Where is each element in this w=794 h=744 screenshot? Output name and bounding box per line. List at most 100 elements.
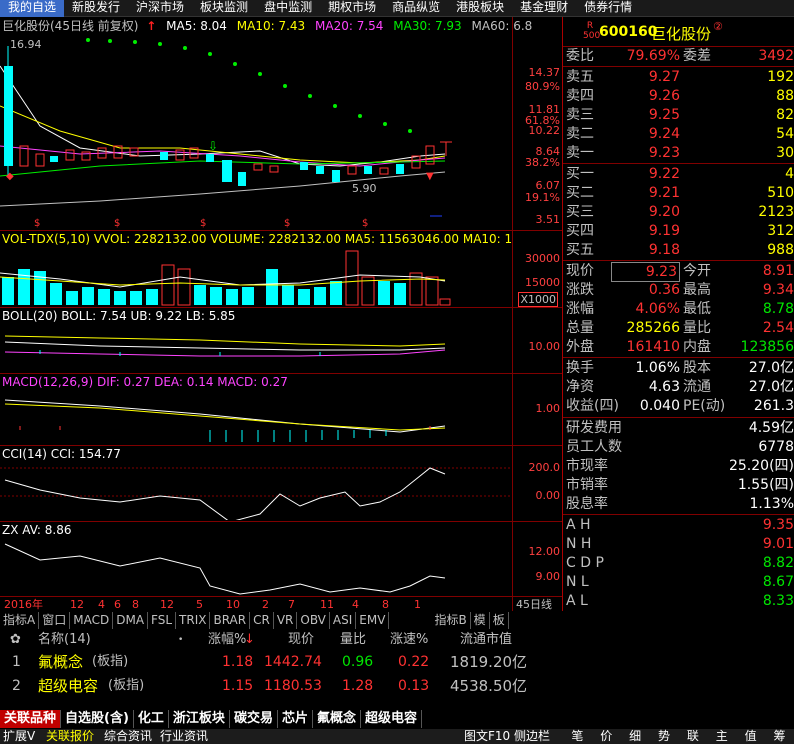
tab-vr[interactable]: VR: [274, 612, 298, 629]
tab-chips[interactable]: 筹: [774, 729, 786, 744]
tab-new-ipo[interactable]: 新股发行: [64, 0, 128, 17]
stat-label: 收益(四): [566, 398, 619, 414]
row-index: 2: [12, 678, 21, 694]
kline-axis-label: 10.22: [528, 124, 561, 137]
tab-board[interactable]: 板: [490, 612, 509, 629]
dot-icon: •: [178, 635, 184, 645]
bid-label: 买五: [566, 242, 594, 258]
status-f10[interactable]: 图文F10 侧边栏: [464, 729, 550, 744]
stat-value: 161410: [626, 339, 680, 355]
list-item[interactable]: 1 氟概念 (板指) 1.18 1442.74 0.96 0.22 1819.2…: [0, 650, 562, 674]
tab-zhejiang[interactable]: 浙江板块: [169, 710, 230, 728]
stat-row: 现价 9.23 今开 8.91: [563, 262, 794, 282]
related-price-row: N H 9.01: [563, 535, 794, 553]
col-price[interactable]: 现价: [288, 630, 314, 650]
related-list-header: ✿ 名称(14) • 涨幅% ↓ 现价 量比 涨速% 流通市值: [0, 630, 562, 650]
tab-my-watchlist[interactable]: 我的自选: [0, 0, 65, 17]
tab-related-products[interactable]: 关联品种: [0, 710, 62, 728]
col-market-cap[interactable]: 流通市值: [460, 630, 512, 650]
macd-chart[interactable]: [0, 390, 512, 444]
divider: [563, 514, 794, 515]
stat-value: 8.78: [762, 301, 794, 317]
tab-macd[interactable]: MACD: [70, 612, 114, 629]
row-speed: 0.22: [398, 654, 430, 670]
stat-label: 流通: [683, 379, 711, 395]
tab-chemical[interactable]: 化工: [134, 710, 169, 728]
ask-qty: 30: [776, 145, 794, 161]
vol-axis-label: 15000: [525, 276, 560, 289]
tab-commodity-overview[interactable]: 商品纵览: [384, 0, 448, 17]
tab-sector-monitor[interactable]: 板块监测: [192, 0, 256, 17]
boll-chart[interactable]: [0, 324, 512, 372]
cci-axis-label: 200.0: [528, 461, 561, 474]
tab-fund[interactable]: 基金理财: [512, 0, 576, 17]
x-axis-label: 8: [132, 598, 139, 611]
row-price: 1442.74: [264, 654, 322, 670]
vol-axis-label: 30000: [525, 252, 560, 265]
related-label: A H: [566, 517, 591, 533]
related-price-row: C D P 8.82: [563, 554, 794, 572]
kline-chart[interactable]: $ $ $ $ $ ⇩ ◆ ▼: [0, 36, 512, 228]
col-name[interactable]: 名称(14): [38, 630, 91, 650]
ask-price: 9.25: [648, 107, 680, 123]
tab-options-market[interactable]: 期权市场: [320, 0, 384, 17]
ask-row: 卖三 9.25 82: [563, 106, 794, 124]
macd-indicator-text: MACD(12,26,9) DIF: 0.27 DEA: 0.14 MACD: …: [2, 375, 288, 389]
tab-chip[interactable]: 芯片: [278, 710, 313, 728]
volume-chart[interactable]: [0, 247, 512, 307]
gear-icon[interactable]: ✿: [10, 630, 21, 650]
tab-ticks[interactable]: 笔: [571, 729, 583, 744]
status-related-quote[interactable]: 关联报价: [46, 729, 94, 744]
tab-watchlist-included[interactable]: 自选股(含): [61, 710, 134, 728]
period-label[interactable]: 45日线: [516, 597, 552, 612]
ask-price: 9.27: [648, 69, 680, 85]
tab-link[interactable]: 联: [687, 729, 699, 744]
tab-value[interactable]: 值: [745, 729, 757, 744]
related-label: N H: [566, 536, 592, 552]
status-expand[interactable]: 扩展V: [3, 729, 35, 744]
tab-indicator-a[interactable]: 指标A: [0, 612, 40, 629]
circle-two-icon[interactable]: ②: [713, 20, 723, 33]
tab-bonds[interactable]: 债券行情: [576, 0, 640, 17]
bid-label: 买三: [566, 204, 594, 220]
row-type: (板指): [108, 678, 145, 693]
tab-hk-sector[interactable]: 港股板块: [448, 0, 512, 17]
tab-obv[interactable]: OBV: [297, 612, 330, 629]
tab-brar[interactable]: BRAR: [210, 612, 251, 629]
col-change[interactable]: 涨幅%: [208, 630, 246, 650]
row-type: (板指): [92, 654, 129, 669]
zx-chart[interactable]: [0, 538, 512, 596]
tab-main[interactable]: 主: [716, 729, 728, 744]
row-change: 1.15: [222, 678, 254, 694]
ma60-label: MA60: 6.8: [471, 19, 533, 33]
finance-label: 研发费用: [566, 420, 622, 436]
list-item[interactable]: 2 超级电容 (板指) 1.15 1180.53 1.28 0.13 4538.…: [0, 674, 562, 698]
tab-indicator-b[interactable]: 指标B: [431, 612, 471, 629]
stat-row: 总量 285266 量比 2.54: [563, 319, 794, 337]
status-industry-news[interactable]: 行业资讯: [160, 729, 208, 744]
tab-dma[interactable]: DMA: [113, 612, 149, 629]
tab-fluorine[interactable]: 氟概念: [313, 710, 361, 728]
tab-cr[interactable]: CR: [250, 612, 274, 629]
tab-carbon-trading[interactable]: 碳交易: [230, 710, 278, 728]
tab-emv[interactable]: EMV: [356, 612, 390, 629]
stat-label: 涨跌: [566, 282, 594, 298]
tab-sh-sz-market[interactable]: 沪深市场: [128, 0, 192, 17]
arrow-up-icon[interactable]: ↑: [146, 19, 156, 33]
row-market-cap: 4538.50亿: [450, 677, 528, 695]
tab-template[interactable]: 模: [471, 612, 490, 629]
col-speed[interactable]: 涨速%: [390, 630, 428, 650]
tab-asi[interactable]: ASI: [330, 612, 357, 629]
bid-qty: 988: [767, 242, 794, 258]
cci-chart[interactable]: [0, 462, 512, 520]
tab-trend[interactable]: 势: [658, 729, 670, 744]
tab-price[interactable]: 价: [600, 729, 612, 744]
tab-window[interactable]: 窗口: [39, 612, 71, 629]
col-volume-ratio[interactable]: 量比: [340, 630, 366, 650]
tab-fsl[interactable]: FSL: [148, 612, 177, 629]
tab-detail[interactable]: 细: [629, 729, 641, 744]
status-news[interactable]: 综合资讯: [104, 729, 152, 744]
tab-supercapacitor[interactable]: 超级电容: [361, 710, 422, 728]
tab-trix[interactable]: TRIX: [176, 612, 211, 629]
tab-intraday-monitor[interactable]: 盘中监测: [256, 0, 320, 17]
